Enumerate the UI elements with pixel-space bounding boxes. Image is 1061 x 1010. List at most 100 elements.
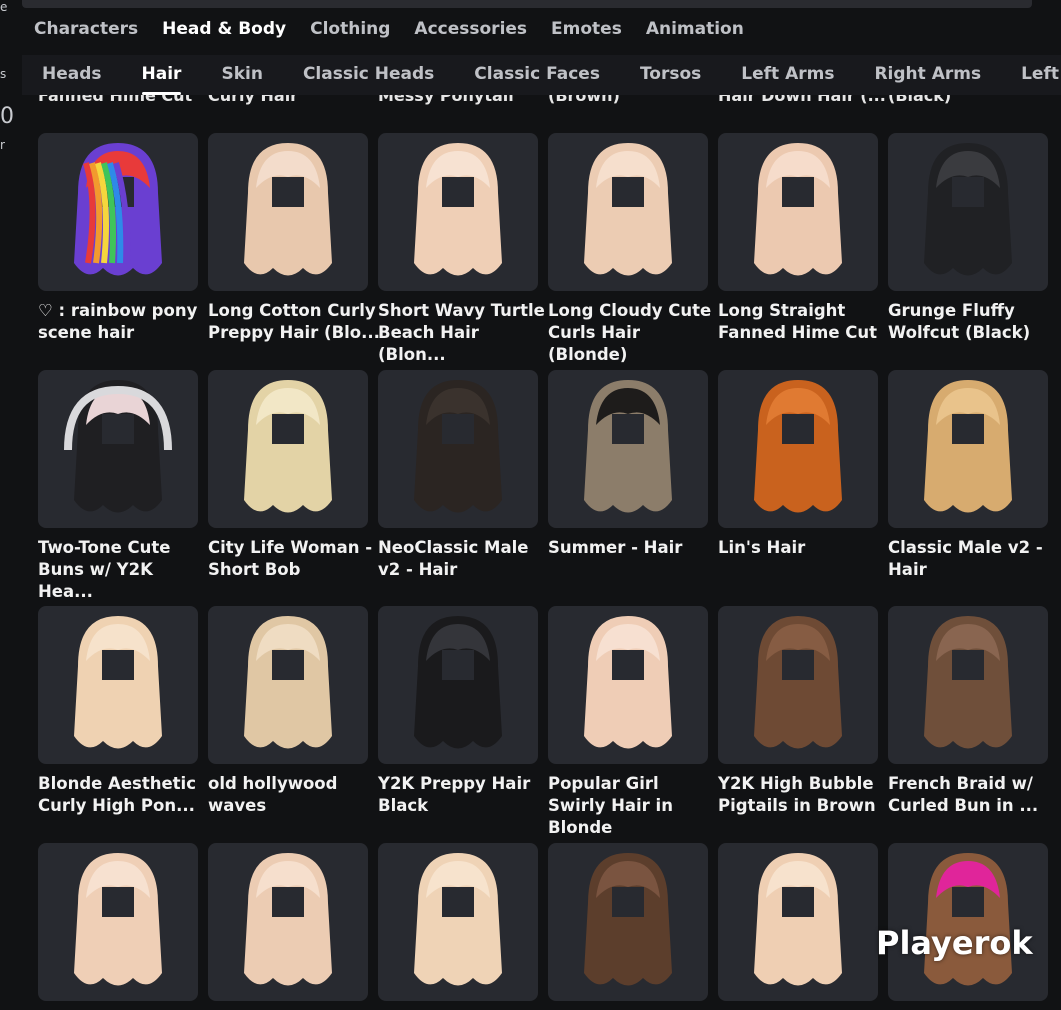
item-thumbnail[interactable]: [38, 842, 198, 1001]
subtab-heads[interactable]: Heads: [22, 55, 122, 95]
subtab-classic-faces[interactable]: Classic Faces: [454, 55, 620, 95]
item-thumbnail[interactable]: [888, 606, 1048, 764]
item-name: NeoClassic Male v2 - Hair: [378, 537, 529, 579]
item-thumbnail[interactable]: [208, 133, 368, 291]
subtab-left-legs[interactable]: Left Legs: [1001, 55, 1061, 95]
spiky-hair-icon: [924, 379, 1012, 512]
item-card[interactable]: [378, 842, 538, 1010]
item-thumbnail[interactable]: [378, 842, 538, 1001]
subtab-torsos[interactable]: Torsos: [620, 55, 721, 95]
subcategory-tabs: Heads Hair Skin Classic Heads Classic Fa…: [22, 55, 1061, 95]
male-hair-icon: [414, 379, 502, 512]
left-edge-text: s: [0, 67, 7, 81]
subtab-right-arms[interactable]: Right Arms: [854, 55, 1001, 95]
item-card[interactable]: Y2K Preppy Hair Black: [378, 606, 538, 817]
item-thumbnail[interactable]: [718, 133, 878, 291]
category-tabs: Characters Head & Body Clothing Accessor…: [22, 12, 756, 52]
item-name: Two-Tone Cute Buns w/ Y2K Hea...: [38, 537, 171, 601]
item-thumbnail[interactable]: [548, 606, 708, 764]
tab-emotes[interactable]: Emotes: [539, 12, 634, 52]
item-card[interactable]: City Life Woman - Short Bob: [208, 369, 372, 581]
item-card[interactable]: Lin's Hair: [718, 369, 878, 559]
item-card[interactable]: ♡ : rainbow pony scene hair: [38, 133, 198, 344]
item-card[interactable]: Long Cloudy Cute Curls Hair (Blonde): [548, 133, 711, 366]
item-card[interactable]: [718, 842, 878, 1010]
subtab-hair[interactable]: Hair: [122, 55, 202, 95]
item-thumbnail[interactable]: [548, 842, 708, 1001]
item-thumbnail[interactable]: [38, 369, 198, 528]
item-name: Y2K Preppy Hair Black: [378, 774, 531, 815]
item-thumbnail[interactable]: [888, 133, 1048, 291]
item-thumbnail[interactable]: [888, 369, 1048, 528]
item-card[interactable]: Summer - Hair: [548, 369, 708, 559]
item-card[interactable]: Y2K High Bubble Pigtails in Brown: [718, 606, 878, 817]
item-name: Y2K High Bubble Pigtails in Brown: [718, 774, 876, 815]
item-name: Summer - Hair: [548, 537, 683, 557]
item-name: Long Straight Fanned Hime Cut: [718, 301, 878, 342]
item-card[interactable]: old hollywood waves: [208, 606, 368, 817]
item-card[interactable]: Long Straight Fanned Hime Cut: [718, 133, 878, 344]
item-name: French Braid w/ Curled Bun in ...: [888, 774, 1039, 815]
item-card[interactable]: Classic Male v2 - Hair: [888, 369, 1048, 581]
wolfcut-hair-icon: [924, 143, 1012, 276]
black-hair-icon: [414, 616, 502, 749]
tab-clothing[interactable]: Clothing: [298, 12, 402, 52]
item-thumbnail[interactable]: [208, 369, 368, 528]
rainbow-hair-icon: [74, 143, 162, 276]
left-edge-text: e: [0, 0, 8, 14]
item-card[interactable]: [548, 842, 708, 1010]
item-card[interactable]: Grunge Fluffy Wolfcut (Black): [888, 133, 1048, 344]
lins-hair-icon: [754, 379, 842, 512]
item-thumbnail[interactable]: [378, 133, 538, 291]
item-thumbnail[interactable]: [718, 606, 878, 764]
item-card[interactable]: Long Cotton Curly Preppy Hair (Blo...: [208, 133, 380, 344]
curly-hair-icon: [244, 143, 332, 276]
pigtails-hair-icon: [754, 616, 842, 749]
item-name: Long Cloudy Cute Curls Hair (Blonde): [548, 301, 712, 364]
item-card[interactable]: Short Wavy Turtle Beach Hair (Blon...: [378, 133, 545, 366]
swirly-hair-icon: [584, 616, 672, 749]
item-thumbnail[interactable]: [208, 842, 368, 1001]
item-thumbnail[interactable]: [378, 606, 538, 764]
straight-hair-icon: [754, 143, 842, 276]
item-thumbnail[interactable]: [38, 133, 198, 291]
subtab-left-arms[interactable]: Left Arms: [721, 55, 854, 95]
headband-hair-icon: [244, 852, 332, 985]
subtab-skin[interactable]: Skin: [201, 55, 282, 95]
item-name: City Life Woman - Short Bob: [208, 537, 373, 579]
item-card[interactable]: Popular Girl Swirly Hair in Blonde: [548, 606, 708, 839]
item-name: ♡ : rainbow pony scene hair: [38, 301, 198, 342]
waves-hair-icon: [244, 616, 332, 749]
item-card[interactable]: Two-Tone Cute Buns w/ Y2K Hea...: [38, 369, 198, 603]
item-thumbnail[interactable]: [208, 606, 368, 764]
item-card[interactable]: [38, 842, 198, 1010]
item-thumbnail[interactable]: [718, 842, 878, 1001]
tab-characters[interactable]: Characters: [22, 12, 150, 52]
bun-hair-icon: [74, 852, 162, 985]
half-up-hair-icon: [754, 852, 842, 985]
tab-animation[interactable]: Animation: [634, 12, 756, 52]
item-thumbnail[interactable]: [718, 369, 878, 528]
item-card[interactable]: [208, 842, 368, 1010]
wavy-hair-icon: [414, 143, 502, 276]
item-card[interactable]: NeoClassic Male v2 - Hair: [378, 369, 538, 581]
item-name: Popular Girl Swirly Hair in Blonde: [548, 774, 673, 837]
tab-accessories[interactable]: Accessories: [402, 12, 539, 52]
braid-hair-icon: [924, 616, 1012, 749]
item-name: Blonde Aesthetic Curly High Pon...: [38, 774, 196, 815]
item-thumbnail[interactable]: [548, 133, 708, 291]
scroll-bar[interactable]: [22, 0, 1032, 8]
item-name: Classic Male v2 - Hair: [888, 537, 1043, 579]
item-card[interactable]: Blonde Aesthetic Curly High Pon...: [38, 606, 198, 817]
long-hair-icon: [584, 143, 672, 276]
watermark-logo: Playerok: [876, 924, 1033, 962]
item-card[interactable]: French Braid w/ Curled Bun in ...: [888, 606, 1048, 817]
item-thumbnail[interactable]: [888, 842, 1048, 1001]
item-thumbnail[interactable]: [378, 369, 538, 528]
updo-hair-icon: [584, 852, 672, 985]
item-thumbnail[interactable]: [548, 369, 708, 528]
subtab-classic-heads[interactable]: Classic Heads: [283, 55, 454, 95]
tab-head-body[interactable]: Head & Body: [150, 12, 298, 52]
item-thumbnail[interactable]: [38, 606, 198, 764]
rollers-hair-icon: [924, 852, 1012, 985]
